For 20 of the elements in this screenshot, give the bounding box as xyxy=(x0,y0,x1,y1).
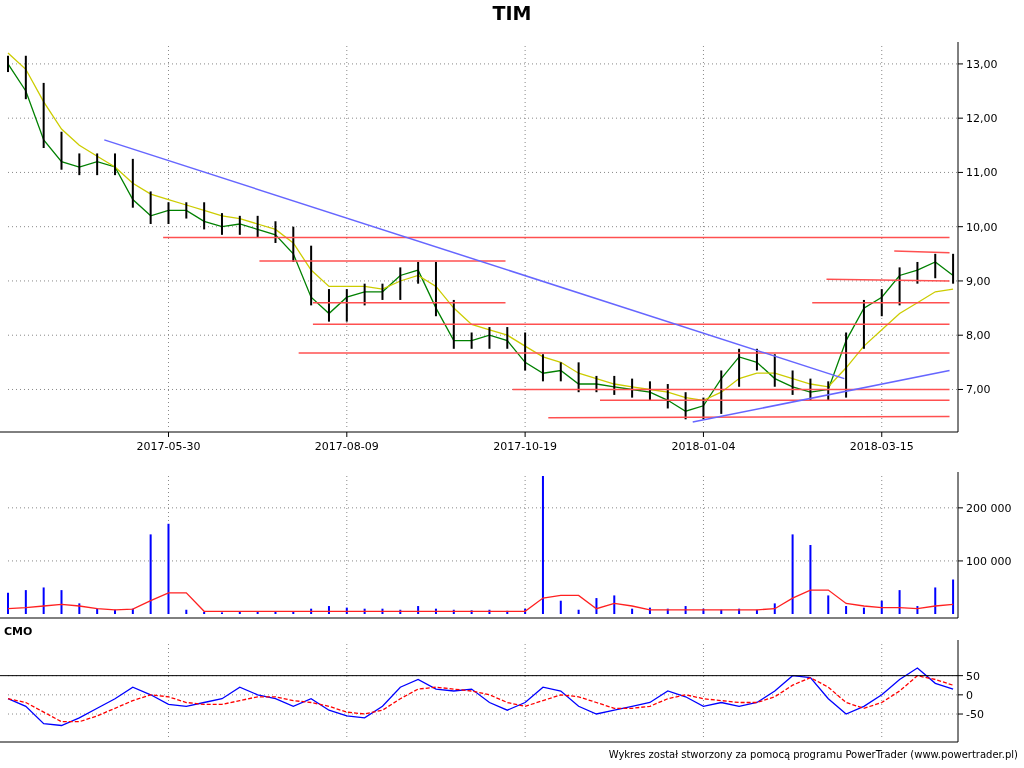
axis-label: 2018-01-04 xyxy=(671,440,736,453)
axis-label: 7,00 xyxy=(966,383,991,397)
axis-label: 8,00 xyxy=(966,329,991,343)
axis-label: 50 xyxy=(966,669,980,683)
indicator-label: CMO xyxy=(3,624,34,639)
axis-label: 13,00 xyxy=(966,57,998,71)
axis-label: 12,00 xyxy=(966,112,998,126)
axis-label: 9,00 xyxy=(966,274,991,288)
axis-label: 11,00 xyxy=(966,166,998,180)
axis-label: 2017-10-19 xyxy=(493,440,558,453)
axis-label: 10,00 xyxy=(966,220,998,234)
axis-label: 2017-05-30 xyxy=(136,440,201,453)
axis-label: 2018-03-15 xyxy=(849,440,914,453)
axis-label: 0 xyxy=(966,688,973,702)
credit-text: Wykres został stworzony za pomocą programu PowerTrader (www.powertrader.pl) xyxy=(608,749,1018,760)
axis-label: -50 xyxy=(966,708,984,721)
axis-label: 100 000 xyxy=(966,554,1012,568)
axis-label: 2017-08-09 xyxy=(314,440,379,453)
axis-label: 200 000 xyxy=(966,501,1012,515)
chart-title: TIM xyxy=(491,1,533,26)
